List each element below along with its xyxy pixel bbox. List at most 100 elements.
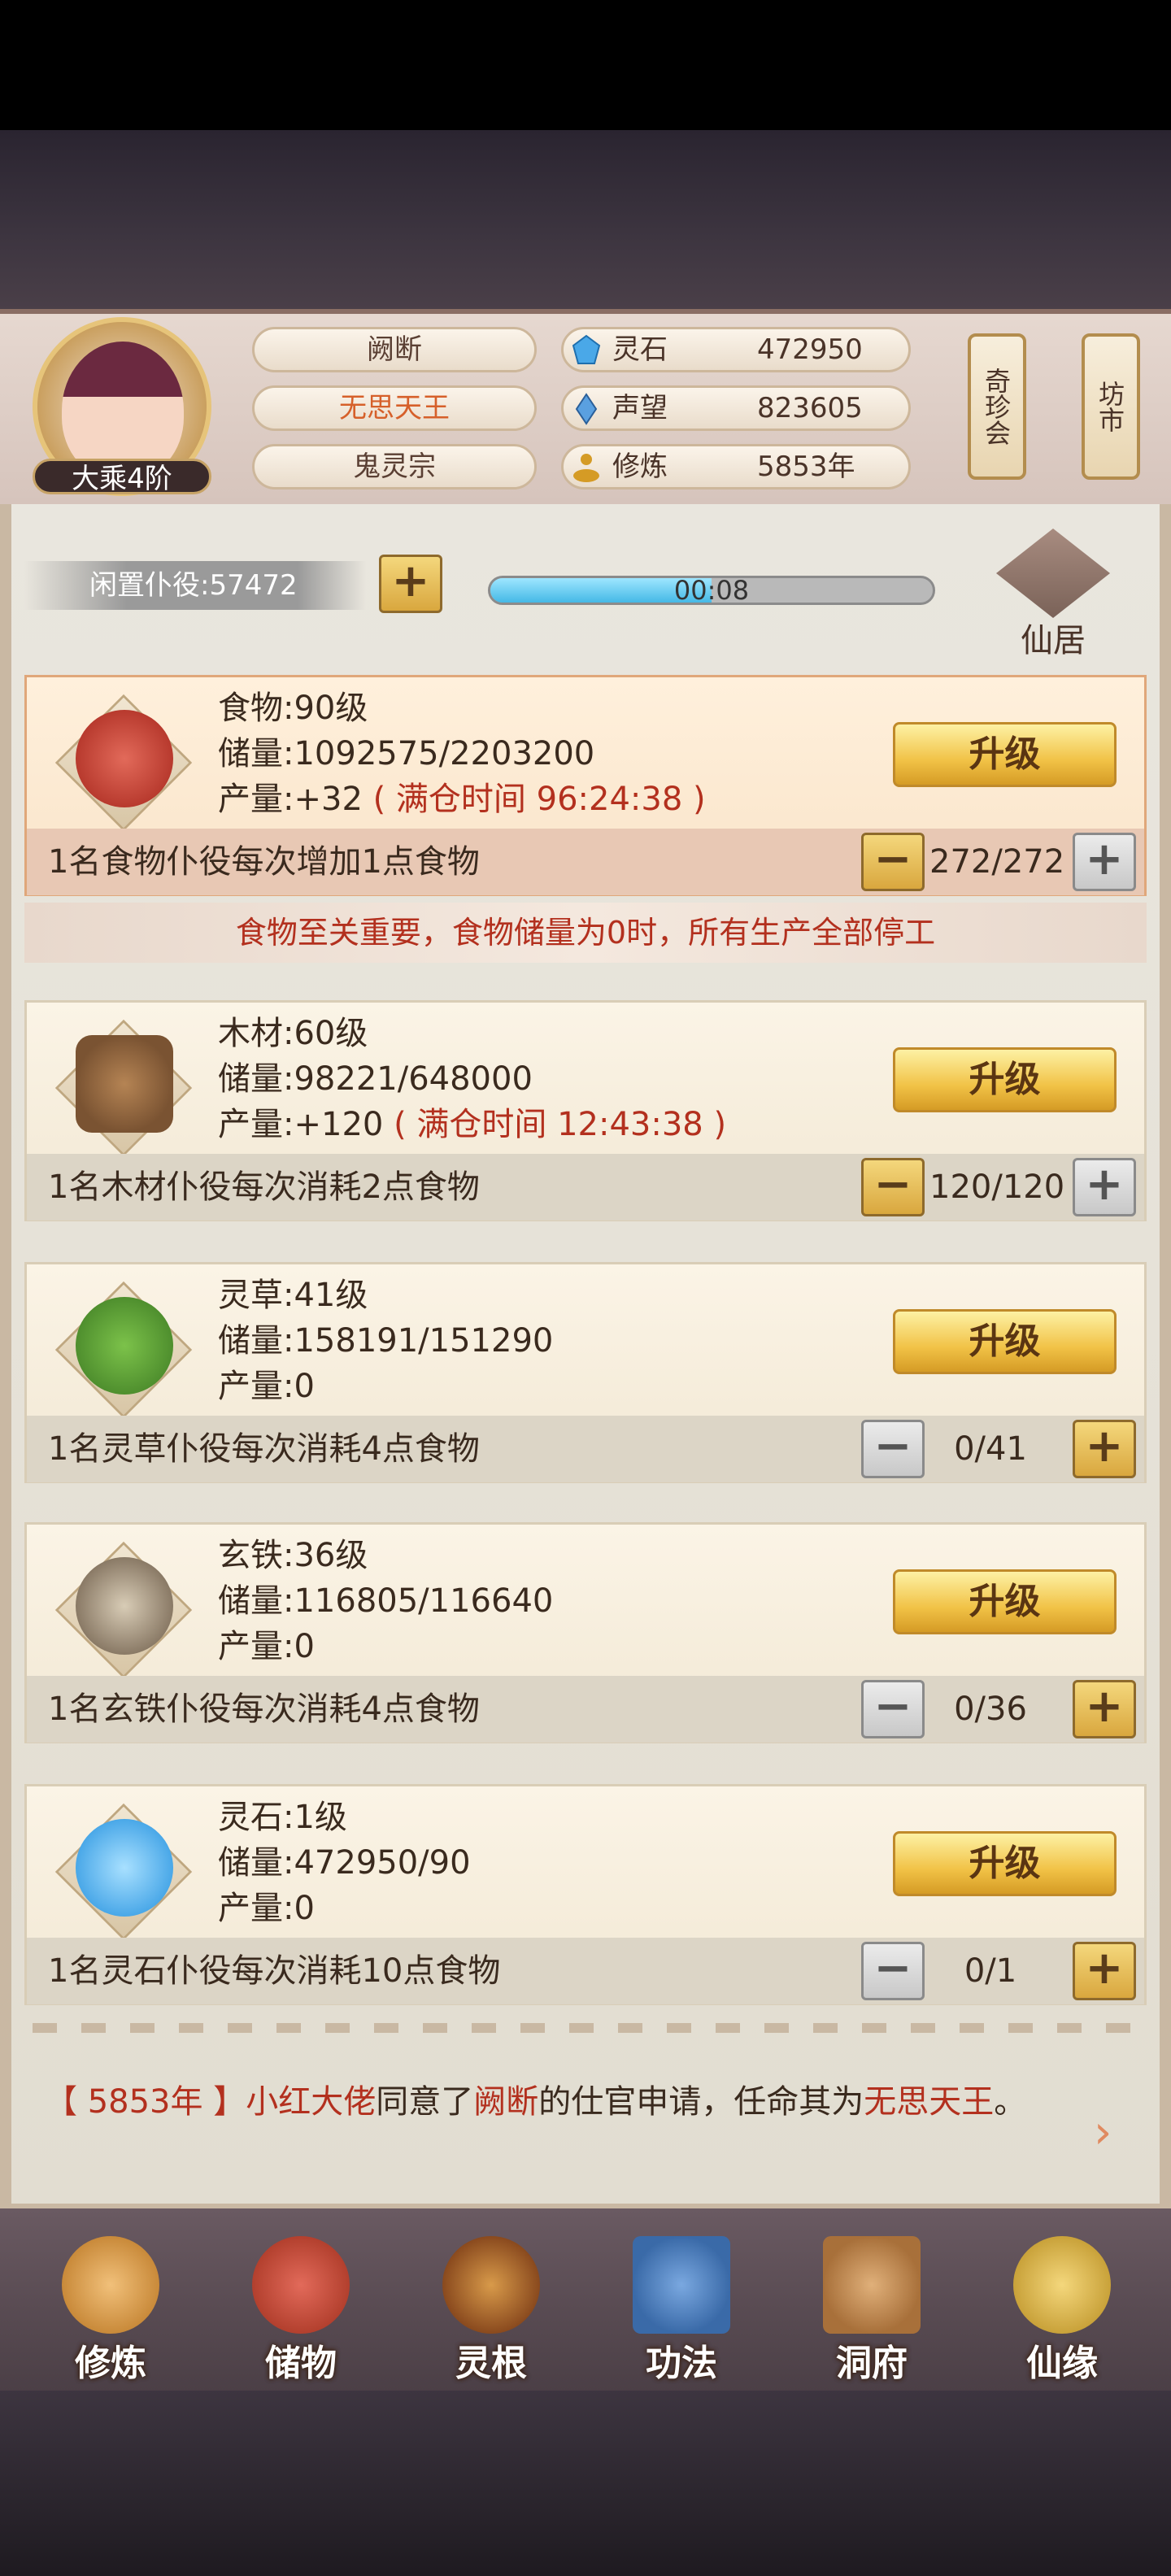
resource-card-spirit-stone: 灵石:1级 储量:472950/90 产量:0 升级 1名灵石仆役每次消耗10点… — [24, 1784, 1147, 2005]
cultivate-icon — [62, 2236, 159, 2334]
fortune-icon — [1013, 2236, 1111, 2334]
resource-output: 产量:+32 ( 满仓时间 96:24:38 ) — [218, 777, 706, 822]
idle-servants: 闲置仆役:57472 — [24, 561, 366, 610]
xianju-label[interactable]: 仙居 — [976, 614, 1130, 661]
upgrade-button[interactable]: 升级 — [893, 1047, 1117, 1112]
nav-label: 功法 — [646, 2343, 717, 2384]
resource-label: 修炼 — [612, 450, 668, 483]
resource-value: 5853年 — [757, 450, 855, 483]
resource-card-wood: 木材:60级 储量:98221/648000 产量:+120 ( 满仓时间 12… — [24, 1000, 1147, 1221]
resource-card-food: 食物:90级 储量:1092575/2203200 产量:+32 ( 满仓时间 … — [24, 675, 1147, 896]
upgrade-button[interactable]: 升级 — [893, 722, 1117, 787]
herb-icon — [76, 1297, 173, 1395]
full-time: ( 满仓时间 12:43:38 ) — [394, 1106, 727, 1143]
worker-count: 272/272 — [929, 843, 1065, 881]
resource-cultivation: 修炼 5853年 — [561, 444, 911, 490]
news-actor[interactable]: 小红大佬 — [246, 2083, 376, 2121]
resource-storage: 储量:1092575/2203200 — [218, 735, 595, 772]
nav-item-cave[interactable]: 洞府 — [799, 2236, 945, 2391]
plus-button[interactable]: + — [1073, 833, 1136, 891]
news-title: 无思天王 — [864, 2083, 995, 2121]
nav-label: 修炼 — [75, 2343, 146, 2384]
minus-button[interactable]: − — [861, 1942, 925, 2000]
food-warning: 食物至关重要，食物储量为0时，所有生产全部停工 — [24, 903, 1147, 963]
plus-button[interactable]: + — [1073, 1680, 1136, 1738]
resource-output: 产量:+120 ( 满仓时间 12:43:38 ) — [218, 1102, 726, 1147]
nav-item-storage[interactable]: 储物 — [228, 2236, 374, 2391]
resource-name: 灵草:41级 — [218, 1277, 368, 1314]
worker-desc: 1名灵石仆役每次消耗10点食物 — [48, 1952, 501, 1990]
player-name: 阙断 — [252, 327, 537, 372]
resource-name: 食物:90级 — [218, 690, 368, 727]
resource-storage: 储量:98221/648000 — [218, 1060, 533, 1098]
nav-item-cultivate[interactable]: 修炼 — [37, 2236, 184, 2391]
idle-servants-label: 闲置仆役:57472 — [24, 561, 366, 610]
bag-icon — [252, 2236, 350, 2334]
news-year: 【 5853年 】 — [45, 2083, 246, 2121]
resource-storage: 储量:472950/90 — [218, 1844, 471, 1882]
news-end: 。 — [994, 2083, 1027, 2121]
resource-output: 产量:0 — [218, 1624, 315, 1669]
upgrade-button[interactable]: 升级 — [893, 1831, 1117, 1896]
upgrade-button[interactable]: 升级 — [893, 1569, 1117, 1634]
full-time: ( 满仓时间 96:24:38 ) — [372, 781, 706, 818]
fangshi-button[interactable]: 坊市 — [1082, 333, 1140, 480]
minus-button[interactable]: − — [861, 1680, 925, 1738]
output-value: 产量:0 — [218, 1628, 315, 1665]
nav-label: 洞府 — [836, 2343, 908, 2384]
worker-desc: 1名食物仆役每次增加1点食物 — [48, 843, 480, 881]
worker-desc: 1名木材仆役每次消耗2点食物 — [48, 1168, 480, 1206]
output-value: 产量:+32 — [218, 781, 363, 818]
news-message: 【 5853年 】小红大佬同意了阙断的仕官申请，任命其为无思天王。 — [45, 2078, 1102, 2126]
plus-button[interactable]: + — [1073, 1420, 1136, 1478]
resource-value: 472950 — [757, 333, 863, 366]
upgrade-button[interactable]: 升级 — [893, 1309, 1117, 1374]
resource-output: 产量:0 — [218, 1886, 315, 1931]
resource-name: 木材:60级 — [218, 1015, 368, 1052]
news-text: 同意了 — [376, 2083, 474, 2121]
worker-count: 0/1 — [964, 1952, 1017, 1990]
resource-reputation: 声望 823605 — [561, 385, 911, 431]
status-bar — [0, 0, 1171, 130]
resource-storage: 储量:116805/116640 — [218, 1582, 554, 1620]
resource-card-iron: 玄铁:36级 储量:116805/116640 产量:0 升级 1名玄铁仆役每次… — [24, 1522, 1147, 1743]
nav-item-techniques[interactable]: 功法 — [608, 2236, 755, 2391]
crystal-icon — [76, 1819, 173, 1917]
plus-button[interactable]: + — [1073, 1158, 1136, 1216]
news-target[interactable]: 阙断 — [473, 2083, 538, 2121]
bottom-decoration — [0, 2391, 1171, 2576]
resource-storage: 储量:158191/151290 — [218, 1322, 554, 1360]
worker-desc: 1名灵草仆役每次消耗4点食物 — [48, 1430, 480, 1468]
root-icon — [442, 2236, 540, 2334]
resource-card-herb: 灵草:41级 储量:158191/151290 产量:0 升级 1名灵草仆役每次… — [24, 1262, 1147, 1483]
resource-name: 灵石:1级 — [218, 1799, 347, 1836]
output-value: 产量:+120 — [218, 1106, 384, 1143]
spirit-stone-icon — [572, 334, 601, 364]
top-decoration — [0, 130, 1171, 309]
nav-item-spirit-root[interactable]: 灵根 — [418, 2236, 564, 2391]
news-text: 的仕官申请，任命其为 — [538, 2083, 864, 2121]
nav-label: 储物 — [265, 2343, 337, 2384]
player-sect: 鬼灵宗 — [252, 444, 537, 490]
plus-button[interactable]: + — [1073, 1942, 1136, 2000]
output-value: 产量:0 — [218, 1368, 315, 1405]
resource-spirit-stone: 灵石 472950 — [561, 327, 911, 372]
worker-count: 0/41 — [954, 1430, 1027, 1468]
add-servant-button[interactable]: + — [379, 555, 442, 613]
nav-label: 仙缘 — [1026, 2343, 1098, 2384]
chevron-right-icon[interactable]: › — [1094, 2106, 1134, 2159]
minus-button[interactable]: − — [861, 833, 925, 891]
timer-bar: 00:08 — [488, 576, 935, 605]
minus-button[interactable]: − — [861, 1420, 925, 1478]
worker-count: 0/36 — [954, 1690, 1027, 1728]
qizhenhui-button[interactable]: 奇珍会 — [968, 333, 1026, 480]
worker-row: 1名木材仆役每次消耗2点食物 − 120/120 + — [27, 1154, 1144, 1221]
minus-button[interactable]: − — [861, 1158, 925, 1216]
nav-item-fortune[interactable]: 仙缘 — [989, 2236, 1135, 2391]
book-icon — [633, 2236, 730, 2334]
worker-row: 1名食物仆役每次增加1点食物 − 272/272 + — [27, 829, 1144, 895]
worker-desc: 1名玄铁仆役每次消耗4点食物 — [48, 1690, 480, 1728]
rank-badge: 大乘4阶 — [33, 459, 211, 495]
reputation-icon — [575, 393, 598, 425]
resource-name: 玄铁:36级 — [218, 1537, 368, 1574]
